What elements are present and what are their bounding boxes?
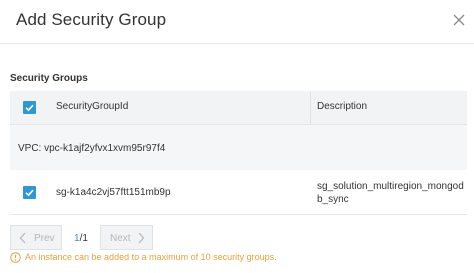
notice-text: An instance can be added to a maximum of… — [25, 252, 277, 262]
dialog-title: Add Security Group — [16, 10, 167, 29]
prev-label: Prev — [34, 233, 55, 244]
check-icon — [25, 104, 34, 112]
table-row[interactable]: sg-k1a4c2vj57ftt151mb9p sg_solution_mult… — [10, 170, 467, 215]
table-header: SecurityGroupId Description — [10, 91, 467, 125]
section-label: Security Groups — [10, 73, 88, 84]
column-header-security-group-id[interactable]: SecurityGroupId — [56, 101, 128, 112]
dialog-header: Add Security Group — [0, 0, 474, 44]
prev-page-button[interactable]: Prev — [10, 225, 62, 250]
select-all-checkbox[interactable] — [23, 101, 36, 114]
description-cell: sg_solution_multiregion_mongodb_sync — [317, 181, 464, 205]
next-page-button[interactable]: Next — [100, 225, 153, 250]
chevron-right-icon — [138, 232, 145, 244]
add-security-group-dialog: Add Security Group Security Groups Secur… — [0, 0, 474, 273]
security-group-id-cell: sg-k1a4c2vj57ftt151mb9p — [56, 187, 171, 198]
column-divider — [310, 91, 311, 124]
next-label: Next — [110, 233, 131, 244]
vpc-label: VPC: vpc-k1ajf2yfvx1xvm95r97f4 — [18, 143, 166, 154]
info-circle-icon — [10, 252, 21, 263]
vpc-group-row: VPC: vpc-k1ajf2yfvx1xvm95r97f4 — [10, 125, 467, 170]
current-page: 1 — [74, 233, 80, 244]
chevron-left-icon — [19, 232, 26, 244]
column-header-description[interactable]: Description — [317, 101, 367, 112]
total-pages: 1 — [82, 233, 88, 244]
close-icon[interactable] — [452, 13, 466, 27]
row-checkbox[interactable] — [23, 186, 36, 199]
page-indicator: 1/1 — [74, 233, 88, 244]
check-icon — [25, 189, 34, 197]
